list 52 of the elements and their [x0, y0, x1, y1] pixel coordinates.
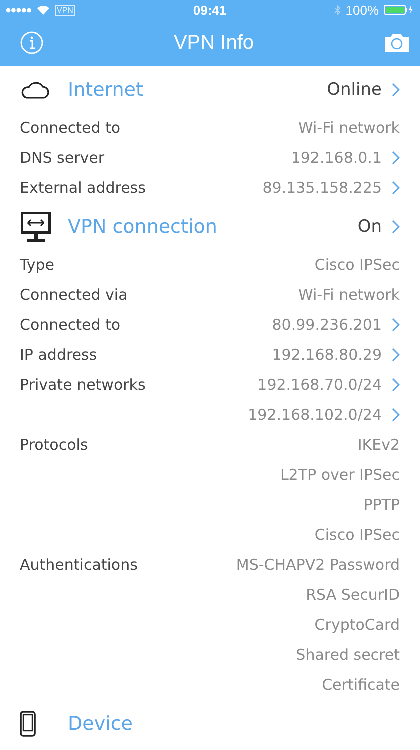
row-label: Private networks: [20, 375, 146, 396]
row-value: Cisco IPSec: [314, 526, 400, 544]
wifi-icon: [37, 5, 50, 15]
info-button[interactable]: [20, 31, 44, 55]
chevron-icon[interactable]: [392, 408, 400, 422]
row-label: Type: [20, 255, 54, 276]
row-label: Authentications: [20, 555, 138, 576]
battery-charging-icon: [384, 5, 414, 15]
chevron-icon[interactable]: [392, 151, 400, 165]
row-value: IKEv2: [358, 436, 400, 454]
nav-title: VPN Info: [174, 32, 254, 54]
status-time: 09:41: [193, 2, 227, 18]
row-value: PPTP: [364, 496, 400, 514]
monitor-arrows-icon: [20, 210, 52, 242]
cloud-icon: [20, 80, 50, 98]
camera-button[interactable]: [384, 33, 410, 53]
row-value[interactable]: 89.135.158.225: [262, 179, 382, 197]
signal-dots-icon: [6, 8, 32, 12]
row-value: L2TP over IPSec: [280, 466, 400, 484]
bluetooth-icon: [334, 4, 341, 16]
row-value: CryptoCard: [314, 616, 400, 634]
row-label: DNS server: [20, 148, 105, 169]
chevron-icon[interactable]: [392, 378, 400, 392]
row-label: Protocols: [20, 435, 88, 456]
row-value[interactable]: 80.99.236.201: [272, 316, 382, 334]
row-label: IP address: [20, 345, 98, 366]
row-value: Shared secret: [296, 646, 400, 664]
row-value[interactable]: 192.168.0.1: [291, 149, 382, 167]
section-title: Device: [68, 712, 134, 734]
chevron-icon[interactable]: [392, 181, 400, 195]
row-label: Connected to: [20, 118, 121, 139]
row-label: External address: [20, 178, 146, 199]
row-value: Cisco IPSec: [314, 256, 400, 274]
row-value: MS-CHAPV2 Password: [236, 556, 400, 574]
row-label: Connected to: [20, 315, 121, 336]
section-title: VPN connection: [68, 216, 218, 238]
phone-icon: [20, 710, 36, 736]
vpn-badge: VPN: [55, 4, 76, 16]
battery-percent: 100%: [346, 2, 379, 18]
row-value[interactable]: 192.168.80.29: [272, 346, 382, 364]
chevron-icon[interactable]: [392, 348, 400, 362]
row-value[interactable]: 192.168.102.0/24: [248, 406, 382, 424]
row-value: Wi-Fi network: [298, 286, 400, 304]
chevron-icon[interactable]: [392, 318, 400, 332]
section-title: Internet: [68, 78, 144, 100]
row-label: Connected via: [20, 285, 128, 306]
row-value: RSA SecurID: [306, 586, 400, 604]
status-link[interactable]: Online: [327, 80, 400, 100]
status-link[interactable]: On: [358, 216, 400, 236]
row-value: Certificate: [322, 676, 400, 694]
row-value: Wi-Fi network: [298, 119, 400, 137]
row-value[interactable]: 192.168.70.0/24: [258, 376, 382, 394]
